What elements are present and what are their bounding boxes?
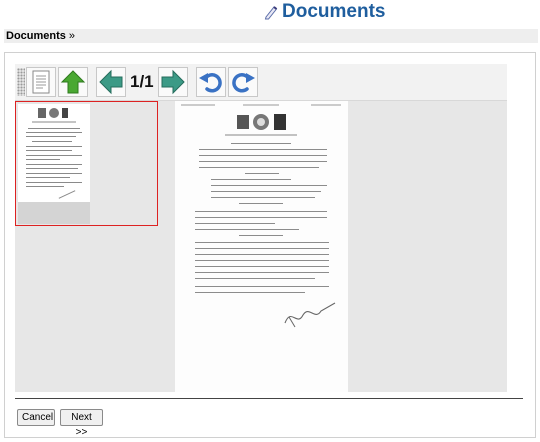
rotate-left-icon xyxy=(198,73,222,93)
viewer-toolbar: 1/1 xyxy=(15,64,507,101)
document-page xyxy=(175,101,348,392)
next-button[interactable]: Next >> xyxy=(60,409,103,438)
breadcrumb-documents[interactable]: Documents xyxy=(6,30,66,42)
previous-page-button[interactable] xyxy=(96,67,126,97)
breadcrumb-separator: » xyxy=(68,30,76,42)
rotate-right-icon xyxy=(231,73,255,93)
rotate-right-button[interactable] xyxy=(227,67,258,97)
cancel-button[interactable]: Cancel xyxy=(17,409,55,426)
breadcrumb: Documents» xyxy=(4,29,538,43)
page-title: Documents xyxy=(263,1,385,23)
rotate-left-button[interactable] xyxy=(195,67,226,97)
page-indicator: 1/1 xyxy=(130,72,154,91)
footer-divider xyxy=(15,398,523,399)
document-viewer: 1/1 xyxy=(15,64,507,392)
page-header: Documents xyxy=(0,0,540,26)
up-arrow-icon xyxy=(60,70,86,94)
document-icon xyxy=(32,70,50,94)
pencil-icon xyxy=(264,6,278,20)
page-thumbnail[interactable] xyxy=(18,104,90,202)
page-view-button[interactable] xyxy=(26,67,56,97)
right-arrow-icon xyxy=(161,69,185,95)
next-page-button[interactable] xyxy=(157,67,188,97)
move-up-button[interactable] xyxy=(58,67,88,97)
thumbnail-panel[interactable] xyxy=(15,101,158,226)
page-title-text: Documents xyxy=(282,1,386,22)
document-header-seals xyxy=(181,104,341,136)
signature-mark xyxy=(284,302,336,328)
thumbnail-seal-icon xyxy=(32,108,76,123)
left-arrow-icon xyxy=(99,69,123,95)
toolbar-grip[interactable] xyxy=(17,68,25,96)
